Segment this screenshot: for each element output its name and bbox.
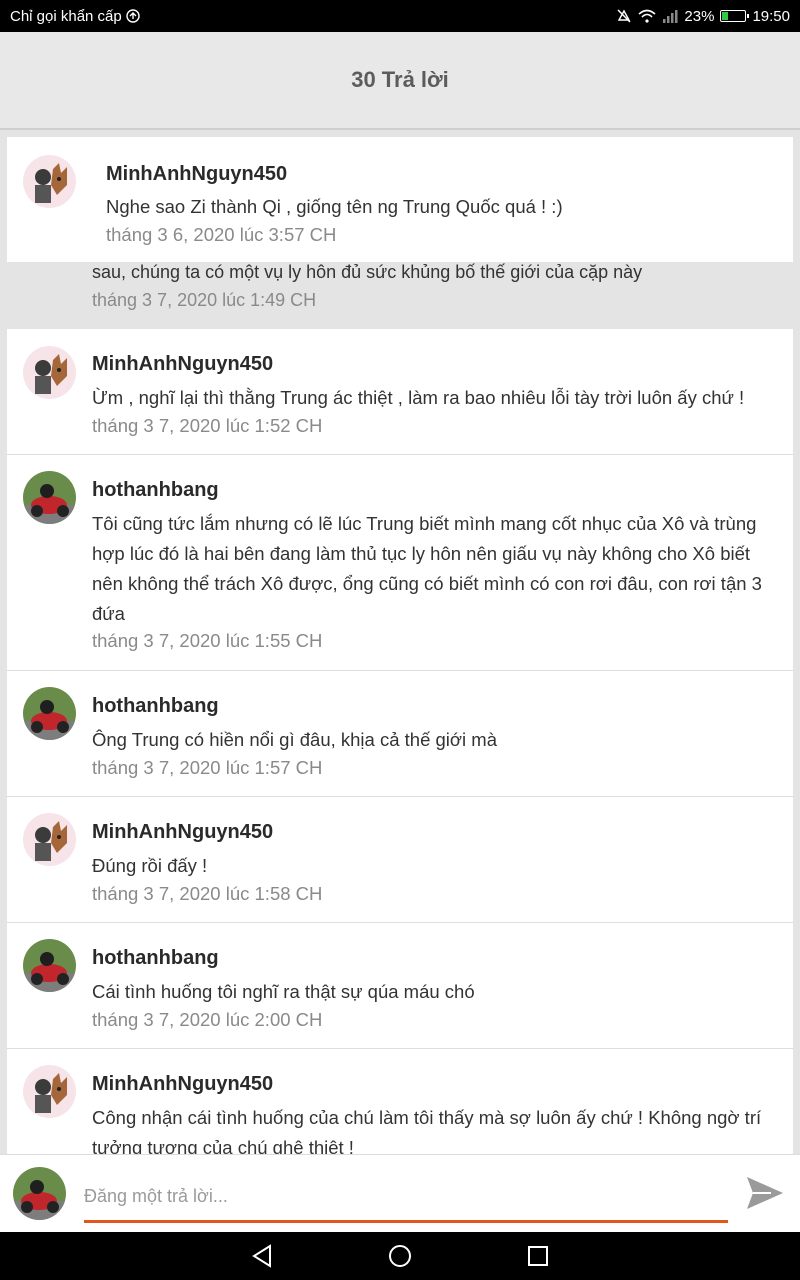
comment-text: Nghe sao Zi thành Qi , giống tên ng Trun… xyxy=(106,196,563,217)
avatar-hothanhbang[interactable] xyxy=(23,687,76,740)
status-left: Chỉ gọi khẩn cấp xyxy=(10,8,140,25)
comment-card[interactable]: hothanhbang Cái tình huống tôi nghĩ ra t… xyxy=(7,923,793,1049)
comment-time: tháng 3 7, 2020 lúc 2:00 CH xyxy=(92,1009,323,1030)
comment-username[interactable]: hothanhbang xyxy=(92,479,219,502)
comment-card[interactable]: hothanhbang Tôi cũng tức lắm nhưng có lẽ… xyxy=(7,455,793,671)
comment-card[interactable]: hothanhbang Ông Trung có hiền nổi gì đâu… xyxy=(7,671,793,797)
comment-username[interactable]: hothanhbang xyxy=(92,947,219,970)
status-right: 23% 19:50 xyxy=(616,8,790,25)
avatar-minh[interactable] xyxy=(23,346,76,399)
comment-username[interactable]: MinhAnhNguyn450 xyxy=(92,821,273,844)
emergency-icon xyxy=(126,9,140,23)
comment-time: tháng 3 7, 2020 lúc 1:58 CH xyxy=(92,883,323,904)
wifi-icon xyxy=(638,9,656,23)
comment-text: Tôi cũng tức lắm nhưng có lẽ lúc Trung b… xyxy=(92,513,762,624)
comment-text: Ừm , nghĩ lại thì thằng Trung ác thiệt ,… xyxy=(92,387,745,408)
comment-card[interactable]: MinhAnhNguyn450 Đúng rồi đấy ! tháng 3 7… xyxy=(7,797,793,923)
back-button[interactable] xyxy=(245,1239,279,1273)
home-icon xyxy=(389,1245,411,1267)
replies-list[interactable]: sau, chúng ta có một vụ ly hôn đủ sức kh… xyxy=(0,130,800,1154)
recents-button[interactable] xyxy=(521,1239,555,1273)
avatar-hothanhbang[interactable] xyxy=(23,939,76,992)
system-nav-bar xyxy=(0,1232,800,1280)
send-button[interactable] xyxy=(744,1173,786,1213)
comment-card[interactable]: MinhAnhNguyn450 Ừm , nghĩ lại thì thằng … xyxy=(7,329,793,455)
reply-composer xyxy=(0,1154,800,1232)
partial-comment-text: sau, chúng ta có một vụ ly hôn đủ sức kh… xyxy=(92,262,643,282)
comment-username[interactable]: MinhAnhNguyn450 xyxy=(92,353,273,376)
battery-percent: 23% xyxy=(684,7,715,25)
replies-header: 30 Trả lời xyxy=(0,32,800,130)
avatar-minh[interactable] xyxy=(23,1065,76,1118)
send-icon xyxy=(747,1177,783,1209)
avatar-minh[interactable] xyxy=(23,155,76,208)
status-bar: Chỉ gọi khẩn cấp 23% 19:50 xyxy=(0,0,800,32)
comment-time: tháng 3 7, 2020 lúc 1:57 CH xyxy=(92,757,323,778)
comment-text: Cái tình huống tôi nghĩ ra thật sự qúa m… xyxy=(92,981,475,1002)
comment-time: tháng 3 7, 2020 lúc 1:52 CH xyxy=(92,415,323,436)
parent-comment[interactable]: MinhAnhNguyn450 Nghe sao Zi thành Qi , g… xyxy=(7,137,793,262)
comment-time: tháng 3 6, 2020 lúc 3:57 CH xyxy=(106,224,337,245)
home-button[interactable] xyxy=(383,1239,417,1273)
mute-icon xyxy=(616,8,632,24)
comment-username[interactable]: hothanhbang xyxy=(92,695,219,718)
comment-time: tháng 3 7, 2020 lúc 1:55 CH xyxy=(92,630,323,651)
current-user-avatar xyxy=(13,1167,66,1220)
comment-card[interactable]: MinhAnhNguyn450 Công nhận cái tình huống… xyxy=(7,1049,793,1154)
page-title: 30 Trả lời xyxy=(351,67,449,92)
back-icon xyxy=(252,1244,271,1268)
comment-text: Đúng rồi đấy ! xyxy=(92,855,208,876)
avatar-minh[interactable] xyxy=(23,813,76,866)
battery-icon xyxy=(720,10,750,22)
clock: 19:50 xyxy=(752,7,790,25)
comment-text: Ông Trung có hiền nổi gì đâu, khịa cả th… xyxy=(92,729,497,750)
carrier-text: Chỉ gọi khẩn cấp xyxy=(10,7,122,25)
comment-username[interactable]: MinhAnhNguyn450 xyxy=(106,163,287,186)
partial-comment-time: tháng 3 7, 2020 lúc 1:49 CH xyxy=(92,290,317,310)
avatar-hothanhbang[interactable] xyxy=(23,471,76,524)
battery-fill xyxy=(722,12,728,20)
reply-input[interactable] xyxy=(84,1173,728,1223)
comment-username[interactable]: MinhAnhNguyn450 xyxy=(92,1073,273,1096)
signal-icon xyxy=(662,9,678,23)
comment-text: Công nhận cái tình huống của chú làm tôi… xyxy=(92,1107,762,1154)
recents-icon xyxy=(528,1246,548,1266)
